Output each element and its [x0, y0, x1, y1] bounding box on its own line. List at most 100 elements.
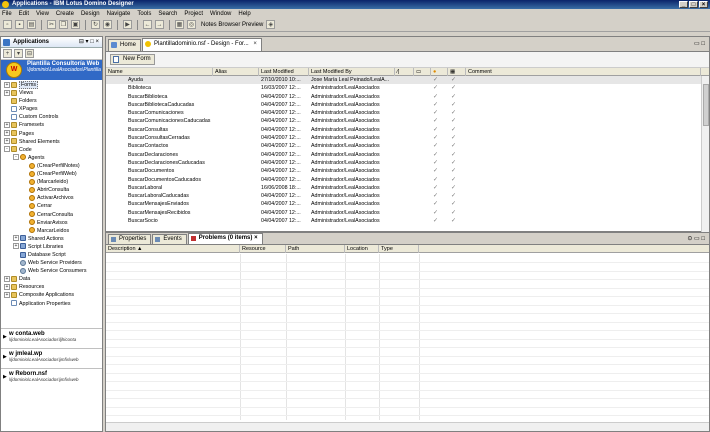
- current-application[interactable]: W Plantilla Consultoría Web \ljdominio\L…: [1, 60, 102, 80]
- expand-icon[interactable]: +: [4, 130, 10, 137]
- expand-icon[interactable]: +: [13, 243, 19, 250]
- expand-arrow-icon[interactable]: ▶: [3, 374, 7, 380]
- expand-icon[interactable]: +: [4, 122, 10, 129]
- table-row[interactable]: BuscarDocumentos 04/04/2007 12:... Adminis…: [106, 167, 709, 175]
- table-row[interactable]: BuscarBibliotecaCaducadas 04/04/2007 12:.…: [106, 101, 709, 109]
- tree-item[interactable]: CerrarConsulta: [1, 211, 102, 219]
- web-preview-icon[interactable]: ◈: [266, 20, 276, 29]
- browser-preview-icon[interactable]: ◎: [187, 20, 196, 29]
- table-row[interactable]: BuscarComunicacionesCaducadas 04/04/2007 …: [106, 117, 709, 125]
- tree-item[interactable]: - Code: [1, 146, 102, 154]
- column-type[interactable]: Type: [379, 245, 419, 253]
- tree-item[interactable]: Folders: [1, 97, 102, 105]
- new-form-button[interactable]: New Form: [110, 54, 155, 65]
- table-row[interactable]: BuscarMensajesEnviados 04/04/2007 12:... A…: [106, 200, 709, 208]
- column-description[interactable]: Description ▲: [106, 245, 240, 253]
- tree-item[interactable]: MarcarLeidos: [1, 227, 102, 235]
- tree-item[interactable]: (CrearPerfilWeb): [1, 170, 102, 178]
- expand-icon[interactable]: +: [4, 292, 10, 299]
- table-row[interactable]: Ayuda 27/10/2010 10:... Jose María Leal Pe…: [106, 76, 709, 85]
- tree-item[interactable]: Cerrar: [1, 202, 102, 210]
- column-name[interactable]: Name: [106, 68, 213, 76]
- forward-arrow-icon[interactable]: →: [155, 20, 164, 29]
- tree-item[interactable]: Web Service Consumers: [1, 267, 102, 275]
- tree-item[interactable]: + Composite Applications: [1, 291, 102, 299]
- tree-item[interactable]: (CrearPerfilNotes): [1, 162, 102, 170]
- tree-item[interactable]: - Agents: [1, 154, 102, 162]
- save-icon[interactable]: ▪: [15, 20, 24, 29]
- notes-browser-preview-label[interactable]: Notes Browser Preview: [201, 22, 263, 28]
- table-row[interactable]: BuscarConsultas 04/04/2007 12:... Administ…: [106, 126, 709, 134]
- expand-icon[interactable]: +: [4, 138, 10, 145]
- minimize-button[interactable]: _: [679, 1, 688, 8]
- tree-item[interactable]: + Resources: [1, 283, 102, 291]
- menu-search[interactable]: Search: [158, 11, 177, 17]
- editor-window-controls[interactable]: ▭ □: [694, 40, 705, 47]
- table-row[interactable]: BuscarSocio 04/04/2007 12:... Administrado…: [106, 217, 709, 224]
- tree-item[interactable]: AbrirConsulta: [1, 186, 102, 194]
- print-icon[interactable]: ▤: [27, 20, 36, 29]
- table-row[interactable]: BuscarConsultasCerradas 04/04/2007 12:...…: [106, 134, 709, 142]
- cut-icon[interactable]: ✂: [47, 20, 56, 29]
- back-arrow-icon[interactable]: ←: [143, 20, 152, 29]
- new-app-icon[interactable]: +: [3, 49, 12, 58]
- table-row[interactable]: BuscarComunicaciones 04/04/2007 12:... Adm…: [106, 109, 709, 117]
- refresh-icon[interactable]: ↻: [91, 20, 100, 29]
- column-alias[interactable]: Alias: [213, 68, 259, 76]
- application-entry[interactable]: ▶ w jmleal.wp \ljdominio\LealAsociados\jmf…: [1, 348, 102, 368]
- column-prohibit-icon[interactable]: ●: [431, 68, 448, 76]
- vertical-scrollbar[interactable]: [701, 76, 709, 232]
- panel-window-controls[interactable]: ⊙ ▭ □: [687, 235, 705, 242]
- collapse-icon[interactable]: -: [13, 154, 19, 161]
- tree-item[interactable]: EnviarAvisos: [1, 219, 102, 227]
- tree-item[interactable]: Web Service Providers: [1, 259, 102, 267]
- collapse-all-icon[interactable]: ⊟: [25, 49, 34, 58]
- tree-item[interactable]: + Script Libraries: [1, 243, 102, 251]
- menu-project[interactable]: Project: [184, 11, 203, 17]
- expand-icon[interactable]: +: [4, 275, 10, 282]
- tree-item[interactable]: + Data: [1, 275, 102, 283]
- table-row[interactable]: BuscarDeclaraciones 04/04/2007 12:... Admi…: [106, 151, 709, 159]
- column-comment[interactable]: Comment: [466, 68, 701, 76]
- expand-icon[interactable]: +: [4, 81, 10, 88]
- application-entry[interactable]: ▶ w Reborn.nsf \ljdominio\LealAsociados\jm…: [1, 368, 102, 388]
- tree-item[interactable]: + Forms: [1, 81, 102, 89]
- scrollbar-thumb[interactable]: [703, 84, 709, 126]
- table-row[interactable]: BuscarLaboral 16/06/2008 18:... Administra…: [106, 184, 709, 192]
- tree-item[interactable]: + Shared Actions: [1, 235, 102, 243]
- navigator-view-controls[interactable]: ⊟ ▾ □ ×: [79, 37, 99, 48]
- table-row[interactable]: BuscarDeclaracionesCaducadas 04/04/2007 1…: [106, 159, 709, 167]
- tab-forms-design[interactable]: Plantilladominio.nsf - Design - For... ×: [142, 38, 262, 51]
- close-button[interactable]: ×: [699, 1, 708, 8]
- menu-file[interactable]: File: [2, 11, 12, 17]
- table-row[interactable]: BuscarMensajesRecibidos 04/04/2007 12:...…: [106, 209, 709, 217]
- paste-icon[interactable]: ▣: [71, 20, 80, 29]
- preview-notes-icon[interactable]: ◉: [103, 20, 112, 29]
- open-icon[interactable]: ▫: [3, 20, 12, 29]
- close-tab-icon[interactable]: ×: [253, 41, 257, 47]
- column-location[interactable]: Location: [345, 245, 379, 253]
- column-last-modified-by[interactable]: Last Modified By: [309, 68, 395, 76]
- menu-window[interactable]: Window: [210, 11, 231, 17]
- tree-item[interactable]: Database Script: [1, 251, 102, 259]
- tree-item[interactable]: ActivarArchivos: [1, 194, 102, 202]
- table-row[interactable]: BuscarDocumentosCaducados 04/04/2007 12:.…: [106, 176, 709, 184]
- tree-item[interactable]: XPages: [1, 105, 102, 113]
- application-entry[interactable]: ▶ w conta.web \ljdominio\LealAsociados\ljh…: [1, 328, 102, 348]
- filter-icon[interactable]: ▾: [14, 49, 23, 58]
- copy-icon[interactable]: ❐: [59, 20, 68, 29]
- close-tab-icon[interactable]: ×: [254, 235, 258, 241]
- tab-events[interactable]: Events: [152, 234, 187, 244]
- menu-help[interactable]: Help: [238, 11, 250, 17]
- menu-edit[interactable]: Edit: [19, 11, 29, 17]
- table-row[interactable]: BuscarBiblioteca 04/04/2007 12:... Adminis…: [106, 93, 709, 101]
- expand-arrow-icon[interactable]: ▶: [3, 354, 7, 360]
- expand-icon[interactable]: +: [4, 283, 10, 290]
- tab-home[interactable]: Home: [108, 39, 142, 51]
- run-icon[interactable]: ▶: [123, 20, 132, 29]
- collapse-icon[interactable]: -: [4, 146, 10, 153]
- horizontal-scrollbar[interactable]: [106, 422, 709, 431]
- tree-item[interactable]: + Pages: [1, 130, 102, 138]
- menu-view[interactable]: View: [36, 11, 49, 17]
- expand-icon[interactable]: +: [13, 235, 19, 242]
